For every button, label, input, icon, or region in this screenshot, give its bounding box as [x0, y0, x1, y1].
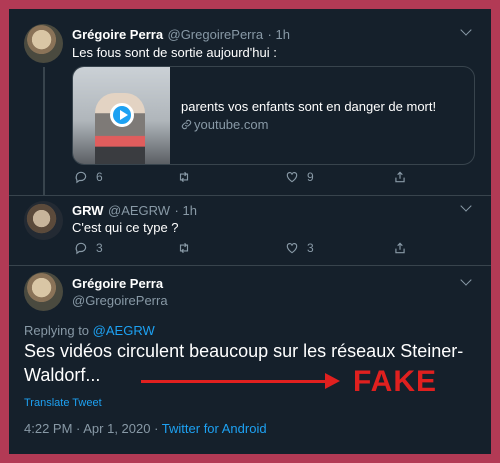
- tweet-text: C'est qui ce type ?: [72, 220, 179, 235]
- chevron-down-icon[interactable]: [460, 200, 472, 212]
- heart-icon: [286, 172, 298, 183]
- main-tweet-line: Ses vidéos circulent beaucoup sur les ré…: [24, 341, 464, 361]
- author-name[interactable]: Grégoire Perra: [72, 276, 163, 291]
- timestamp[interactable]: 4:22 PM · Apr 1, 2020 ·: [24, 421, 158, 436]
- author-name[interactable]: GRW: [72, 203, 104, 218]
- translate-tweet-link[interactable]: Translate Tweet: [24, 397, 102, 409]
- share-button[interactable]: [393, 241, 415, 255]
- divider: [9, 195, 491, 196]
- link-card[interactable]: parents vos enfants sont en danger de mo…: [72, 66, 475, 165]
- thread-line: [43, 67, 45, 195]
- retweet-button[interactable]: [177, 170, 199, 184]
- play-icon[interactable]: [110, 103, 134, 127]
- retweet-button[interactable]: [177, 241, 199, 255]
- heart-icon: [286, 243, 298, 254]
- avatar[interactable]: [24, 201, 63, 240]
- author-handle[interactable]: @GregoirePerra: [72, 293, 168, 308]
- reply-button[interactable]: 6: [74, 170, 103, 184]
- reply-icon: [75, 171, 87, 184]
- like-count: 3: [307, 241, 314, 255]
- card-domain: youtube.com: [181, 117, 268, 132]
- reply-button[interactable]: 3: [74, 241, 103, 255]
- card-title: parents vos enfants sont en danger de mo…: [181, 99, 437, 114]
- share-icon: [395, 242, 405, 254]
- arrow-annotation: [141, 373, 340, 389]
- like-button[interactable]: 9: [285, 170, 314, 184]
- chevron-down-icon[interactable]: [460, 24, 472, 36]
- source-link[interactable]: Twitter for Android: [162, 421, 267, 436]
- replying-to-handle[interactable]: @AEGRW: [93, 323, 155, 338]
- retweet-icon: [179, 242, 189, 254]
- card-domain-text: youtube.com: [194, 117, 269, 132]
- tweet-thread: Grégoire Perra @GregoirePerra · 1h Les f…: [9, 9, 491, 454]
- video-thumbnail[interactable]: [73, 67, 170, 164]
- reply-icon: [75, 242, 87, 255]
- replying-to-label: Replying to: [24, 323, 90, 338]
- retweet-icon: [179, 171, 189, 183]
- reply-count: 3: [96, 241, 103, 255]
- tweet-header: GRW @AEGRW · 1h: [72, 202, 197, 220]
- link-icon: [181, 119, 192, 130]
- divider: [9, 265, 491, 266]
- author-handle[interactable]: @GregoirePerra: [168, 27, 264, 42]
- tweet-meta: 4:22 PM · Apr 1, 2020 · Twitter for Andr…: [24, 421, 267, 436]
- share-icon: [395, 171, 405, 183]
- fake-label: FAKE: [353, 365, 438, 398]
- tweet-time[interactable]: · 1h: [268, 27, 290, 42]
- like-count: 9: [307, 170, 314, 184]
- reply-count: 6: [96, 170, 103, 184]
- share-button[interactable]: [393, 170, 415, 184]
- tweet-text: Les fous sont de sortie aujourd'hui :: [72, 45, 277, 60]
- author-handle[interactable]: @AEGRW: [108, 203, 170, 218]
- avatar[interactable]: [24, 24, 63, 63]
- replying-to: Replying to @AEGRW: [24, 323, 155, 338]
- author-name[interactable]: Grégoire Perra: [72, 27, 163, 42]
- chevron-down-icon[interactable]: [460, 274, 472, 286]
- like-button[interactable]: 3: [285, 241, 314, 255]
- avatar[interactable]: [24, 272, 63, 311]
- tweet-header: Grégoire Perra @GregoirePerra · 1h: [72, 26, 290, 44]
- tweet-time[interactable]: · 1h: [175, 203, 197, 218]
